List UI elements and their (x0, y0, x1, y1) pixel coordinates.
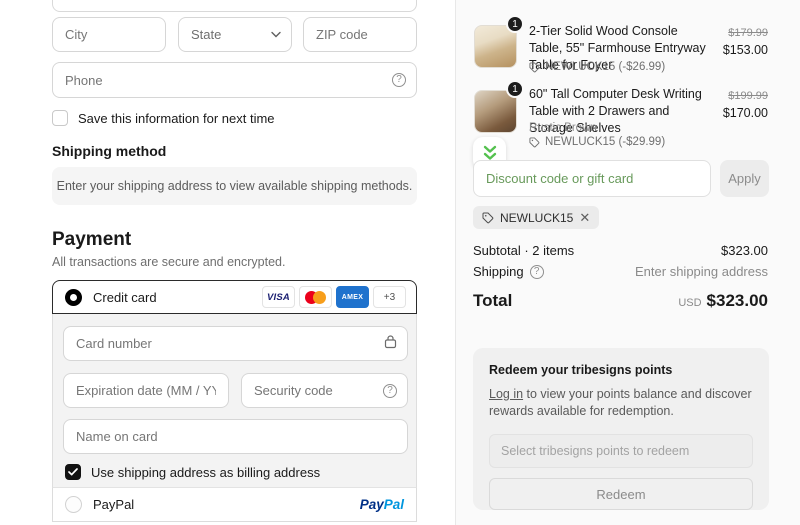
credit-card-form-panel: ? Use shipping address as billing addres… (52, 314, 417, 487)
rewards-panel: Redeem your tribesigns points Log in to … (473, 348, 769, 510)
payment-subheading: All transactions are secure and encrypte… (52, 255, 286, 269)
zip-field[interactable] (303, 17, 417, 52)
subtotal-row: Subtotal · 2 items $323.00 (473, 243, 768, 258)
quantity-badge: 1 (506, 80, 524, 98)
card-number-input[interactable] (63, 326, 408, 361)
card-number-field[interactable] (63, 326, 408, 361)
security-code-field[interactable]: ? (241, 373, 408, 408)
payment-method-group: Credit card VISA AMEX +3 Card number Exp… (52, 280, 417, 522)
total-value: USD $323.00 (678, 291, 768, 310)
points-select[interactable]: Select tribesigns points to redeem (489, 434, 753, 468)
rewards-heading: Redeem your tribesigns points (489, 363, 673, 377)
name-on-card-field[interactable] (63, 419, 408, 454)
amex-icon: AMEX (336, 286, 369, 308)
paypal-logo: PayPal (359, 497, 404, 512)
checkout-form-column: State ? Save this information for next t… (0, 0, 455, 525)
applied-discount-chip: NEWLUCK15 ✕ (473, 206, 600, 229)
credit-card-radio[interactable] (65, 288, 82, 306)
billing-address-checkbox-row[interactable]: Use shipping address as billing address (65, 464, 320, 480)
more-brands-badge: +3 (373, 286, 406, 308)
product-price: $170.00 (722, 106, 768, 120)
name-on-card-input[interactable] (63, 419, 408, 454)
zip-input[interactable] (303, 17, 417, 52)
redeem-button[interactable]: Redeem (489, 478, 753, 510)
tag-icon (482, 212, 494, 223)
card-brand-strip: VISA AMEX +3 (262, 286, 406, 308)
credit-card-option[interactable]: Credit card VISA AMEX +3 (52, 280, 417, 314)
tag-icon (529, 61, 540, 72)
expiration-field[interactable] (63, 373, 229, 408)
product-original-price: $179.99 (728, 27, 768, 39)
expiration-input[interactable] (63, 373, 229, 408)
shipping-method-empty-message: Enter your shipping address to view avai… (52, 167, 417, 205)
chevron-down-icon (271, 31, 281, 38)
shipping-label: Shipping (473, 264, 524, 279)
product-discount-note: NEWLUCK15 (-$26.99) (529, 61, 665, 73)
phone-field[interactable]: ? (52, 62, 417, 98)
save-info-checkbox[interactable] (52, 110, 68, 126)
shipping-row: Shipping ? Enter shipping address (473, 264, 768, 279)
mastercard-icon (299, 286, 332, 308)
check-icon (68, 468, 78, 476)
quantity-badge: 1 (506, 15, 524, 33)
product-discount-note: NEWLUCK15 (-$29.99) (529, 136, 665, 148)
paypal-option[interactable]: PayPal PayPal (52, 487, 417, 522)
subtotal-value: $323.00 (721, 243, 768, 258)
city-input[interactable] (52, 17, 166, 52)
lock-icon (384, 334, 397, 353)
billing-address-label: Use shipping address as billing address (91, 464, 321, 480)
product-variant: Rustic Brown (529, 122, 597, 134)
apply-discount-button[interactable]: Apply (720, 160, 769, 197)
subtotal-label: Subtotal · 2 items (473, 243, 575, 258)
phone-input[interactable] (52, 62, 417, 98)
credit-card-label: Credit card (93, 289, 157, 305)
applied-discount-code: NEWLUCK15 (500, 210, 574, 225)
paypal-label: PayPal (93, 497, 135, 512)
currency-code: USD (678, 297, 702, 309)
billing-address-checkbox[interactable] (65, 464, 81, 480)
total-row: Total USD $323.00 (473, 291, 768, 311)
product-original-price: $199.99 (728, 90, 768, 102)
shipping-value: Enter shipping address (635, 264, 768, 279)
remove-discount-icon[interactable]: ✕ (579, 211, 590, 224)
order-summary-column: 1 2-Tier Solid Wood Console Table, 55" F… (455, 0, 800, 525)
state-select[interactable]: State (178, 17, 292, 52)
security-code-help-icon[interactable]: ? (383, 383, 397, 398)
state-select-value: State (191, 27, 222, 42)
phone-help-icon[interactable]: ? (392, 73, 406, 87)
save-info-checkbox-row[interactable]: Save this information for next time (52, 110, 275, 126)
city-field[interactable] (52, 17, 166, 52)
shipping-method-heading: Shipping method (52, 143, 167, 159)
shipping-help-icon[interactable]: ? (529, 264, 544, 279)
product-price: $153.00 (722, 43, 768, 57)
address-field-partial[interactable] (52, 0, 417, 12)
save-info-label: Save this information for next time (78, 110, 275, 126)
paypal-radio[interactable] (65, 496, 82, 513)
rewards-description: Log in to view your points balance and d… (489, 387, 752, 418)
total-label: Total (473, 291, 513, 310)
payment-heading: Payment (52, 229, 132, 250)
checkout-page: State ? Save this information for next t… (0, 0, 800, 525)
login-link[interactable]: Log in (489, 387, 523, 401)
discount-code-input[interactable] (473, 160, 711, 197)
discount-code-field[interactable] (473, 160, 711, 197)
tag-icon (529, 136, 540, 147)
visa-icon: VISA (262, 286, 295, 308)
